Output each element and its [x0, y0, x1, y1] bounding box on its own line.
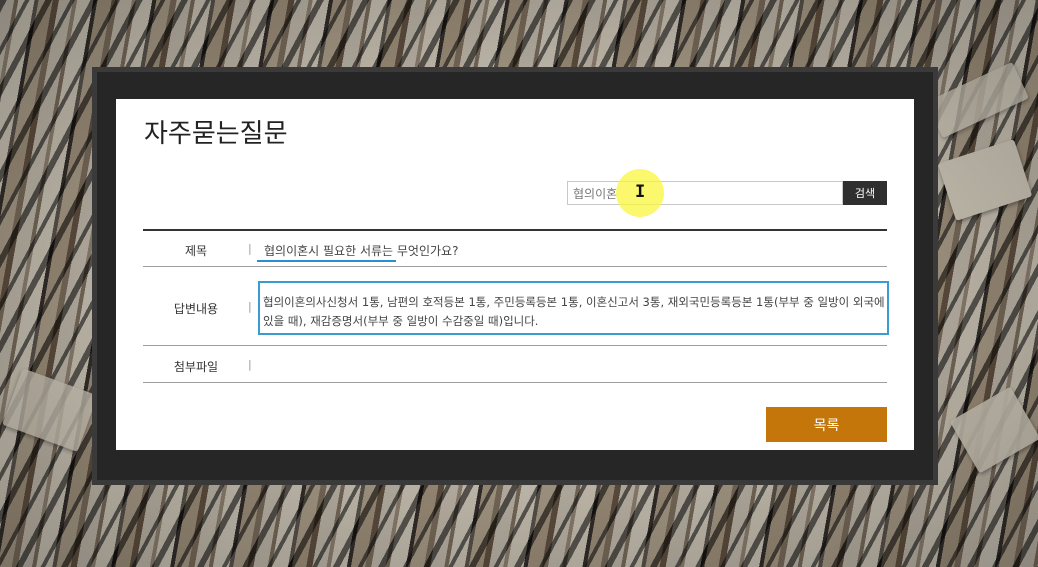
search-button[interactable]: 검색	[843, 181, 887, 205]
search-input[interactable]	[567, 181, 843, 205]
subject-label: 제목	[184, 244, 208, 258]
subject-value: 협의이혼시 필요한 서류는 무엇인가요?	[264, 244, 459, 258]
subject-underline	[257, 260, 396, 262]
row-separator: |	[248, 358, 252, 371]
row-separator: |	[248, 242, 252, 255]
row-divider	[143, 266, 887, 267]
row-separator: |	[248, 300, 252, 313]
attachment-label: 첨부파일	[173, 360, 219, 374]
page-title: 자주묻는질문	[144, 119, 288, 149]
list-button[interactable]: 목록	[766, 407, 887, 442]
answer-value: 협의이혼의사신청서 1통, 남편의 호적등본 1통, 주민등록등본 1통, 이혼…	[263, 295, 885, 328]
table-top-border	[143, 229, 887, 231]
answer-label: 답변내용	[173, 302, 219, 316]
row-divider	[143, 382, 887, 383]
faq-detail-panel: 자주묻는질문 검색 제목 | 협의이혼시 필요한 서류는 무엇인가요? 답변내용…	[116, 99, 914, 450]
row-divider	[143, 345, 887, 346]
